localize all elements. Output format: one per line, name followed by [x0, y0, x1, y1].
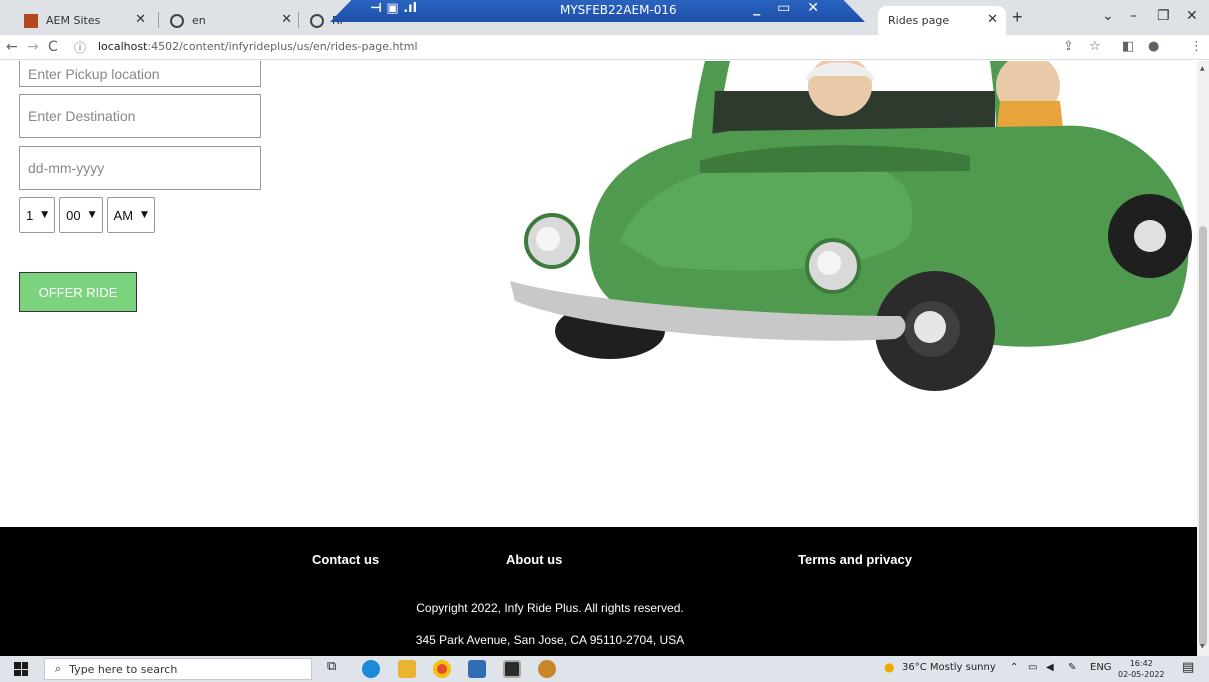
tab-aem-sites[interactable]: AEM Sites ✕: [14, 6, 154, 35]
tab-title: AEM Sites: [46, 14, 101, 27]
forward-icon[interactable]: →: [27, 39, 39, 55]
page-viewport: Enter Pickup location Enter Destination …: [0, 61, 1197, 656]
info-icon[interactable]: ⓘ: [74, 39, 86, 56]
date-placeholder: dd-mm-yyyy: [28, 160, 105, 176]
aem-favicon-icon: [24, 13, 38, 28]
side-panel-icon[interactable]: ◧: [1122, 39, 1134, 54]
share-icon[interactable]: ⇪: [1063, 39, 1074, 54]
minute-value: 00: [66, 207, 81, 223]
close-tab-icon[interactable]: ✕: [281, 12, 292, 27]
scroll-up-icon[interactable]: ▲: [1200, 65, 1205, 72]
car-illustration: [510, 61, 1192, 391]
tab-title: en: [192, 14, 206, 27]
tab-rides-page[interactable]: Rides page ✕: [878, 6, 1006, 35]
clock-date: 02-05-2022: [1118, 670, 1165, 679]
destination-placeholder: Enter Destination: [28, 108, 136, 124]
left-headlight-glass: [536, 227, 560, 251]
network-icon[interactable]: ▭: [1028, 662, 1037, 673]
chevron-down-icon[interactable]: ⌄: [1102, 8, 1114, 24]
close-tab-icon[interactable]: ✕: [135, 12, 146, 27]
bookmark-star-icon[interactable]: ☆: [1089, 39, 1101, 54]
ampm-select[interactable]: AM ▼: [106, 197, 155, 233]
remote-desktop-icon[interactable]: [468, 660, 486, 678]
remote-desktop-controls-icon[interactable]: _ ▭ ✕: [753, 0, 825, 16]
weather-text[interactable]: 36°C Mostly sunny: [902, 662, 996, 673]
task-view-icon[interactable]: ⧉: [327, 659, 336, 674]
front-right-hubcap: [914, 311, 946, 343]
close-window-icon[interactable]: ✕: [1186, 8, 1198, 24]
offer-ride-button[interactable]: OFFER RIDE: [19, 272, 137, 312]
page-scrollbar[interactable]: ▲ ▼: [1197, 61, 1209, 656]
scroll-down-icon[interactable]: ▼: [1200, 643, 1205, 650]
windows-taskbar: ⌕ Type here to search ⧉ ● 36°C Mostly su…: [0, 656, 1209, 682]
remote-desktop-title: MYSFEB22AEM-016: [560, 3, 677, 17]
pickup-location-input[interactable]: Enter Pickup location: [19, 61, 261, 87]
url-field[interactable]: localhost:4502/content/infyrideplus/us/e…: [98, 40, 418, 53]
clock-time: 16:42: [1129, 659, 1153, 668]
edge-browser-icon[interactable]: [362, 660, 380, 678]
destination-input[interactable]: Enter Destination: [19, 94, 261, 138]
globe-icon: [170, 13, 184, 28]
notification-icon[interactable]: ▤: [1182, 660, 1194, 675]
chevron-down-icon: ▼: [88, 210, 96, 220]
address-bar: ← → C ⓘ localhost:4502/content/infyridep…: [0, 35, 1209, 60]
tab-title: Rides page: [888, 14, 950, 27]
right-headlight-glass: [817, 251, 841, 275]
profile-avatar-icon[interactable]: ●: [1148, 39, 1159, 54]
url-host: localhost: [98, 40, 148, 53]
chevron-down-icon: ▼: [141, 210, 148, 220]
minute-select[interactable]: 00 ▼: [59, 197, 103, 233]
chevron-up-icon[interactable]: ⌃: [1010, 662, 1018, 673]
scroll-thumb[interactable]: [1199, 226, 1207, 646]
browser-tab-strip: AEM Sites ✕ en ✕ Ri ⊣ ▣ .ıl MYSFEB22AEM-…: [0, 0, 1209, 35]
copyright-text: Copyright 2022, Infy Ride Plus. All righ…: [416, 601, 684, 615]
hour-value: 1: [26, 207, 34, 223]
hour-select[interactable]: 1 ▼: [19, 197, 56, 233]
chrome-icon[interactable]: [433, 660, 451, 678]
terms-privacy-link[interactable]: Terms and privacy: [798, 552, 912, 567]
minimize-icon[interactable]: –: [1130, 8, 1137, 24]
reload-icon[interactable]: C: [48, 39, 58, 55]
time-selects: 1 ▼ 00 ▼ AM ▼: [19, 197, 155, 233]
chevron-down-icon: ▼: [41, 210, 49, 220]
file-explorer-icon[interactable]: [398, 660, 416, 678]
date-input[interactable]: dd-mm-yyyy: [19, 146, 261, 190]
volume-icon[interactable]: ◀: [1046, 662, 1054, 673]
back-icon[interactable]: ←: [6, 39, 18, 55]
about-us-link[interactable]: About us: [506, 552, 562, 567]
globe-icon: [310, 13, 324, 28]
tab-en[interactable]: en ✕: [160, 6, 300, 35]
weather-sun-icon: ●: [884, 660, 895, 674]
language-indicator[interactable]: ENG: [1090, 662, 1112, 673]
rear-hubcap: [1134, 220, 1166, 252]
menu-kebab-icon[interactable]: ⋮: [1190, 39, 1203, 54]
new-tab-icon[interactable]: +: [1012, 7, 1023, 28]
pen-icon[interactable]: ✎: [1068, 662, 1076, 673]
close-tab-icon[interactable]: ✕: [987, 12, 998, 27]
search-icon: ⌕: [55, 662, 62, 675]
address-text: 345 Park Avenue, San Jose, CA 95110-2704…: [415, 633, 685, 647]
app-icon[interactable]: [538, 660, 556, 678]
restore-icon[interactable]: ❐: [1157, 8, 1170, 24]
ampm-value: AM: [113, 207, 134, 223]
url-path: :4502/content/infyrideplus/us/en/rides-p…: [147, 40, 418, 53]
taskbar-clock[interactable]: 16:42 02-05-2022: [1118, 658, 1165, 680]
terminal-icon[interactable]: [503, 660, 521, 678]
contact-us-link[interactable]: Contact us: [312, 552, 379, 567]
windows-start-icon[interactable]: [14, 662, 28, 676]
pickup-location-placeholder: Enter Pickup location: [28, 66, 160, 82]
taskbar-search-input[interactable]: ⌕ Type here to search: [44, 658, 312, 680]
remote-desktop-bar: ⊣ ▣ .ıl MYSFEB22AEM-016 _ ▭ ✕: [330, 0, 865, 22]
taskbar-search-placeholder: Type here to search: [69, 662, 178, 676]
page-footer: Contact us About us Terms and privacy Co…: [0, 527, 1197, 656]
offer-ride-label: OFFER RIDE: [38, 284, 118, 300]
pin-lock-signal-icon[interactable]: ⊣ ▣ .ıl: [370, 1, 417, 16]
